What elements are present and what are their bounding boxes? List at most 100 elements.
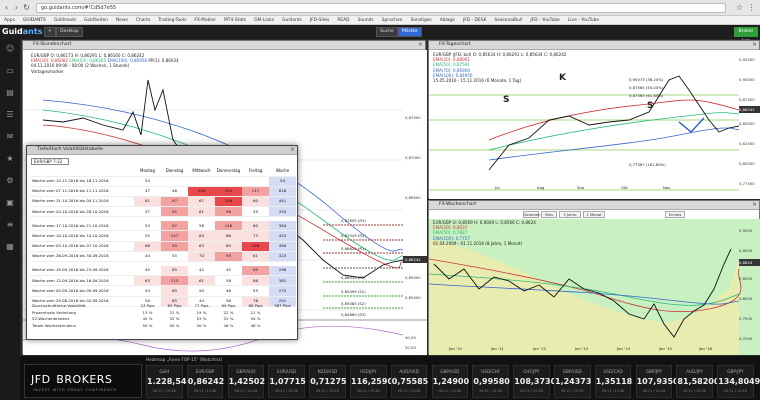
monitor-icon[interactable]: ▭ — [4, 65, 16, 77]
bookmark-item[interactable]: Sounds — [354, 16, 378, 24]
user-icon[interactable]: ☺ — [4, 43, 16, 55]
bookmark-item[interactable]: Live - YouTube — [564, 16, 603, 24]
close-icon[interactable]: × — [752, 41, 757, 49]
heatmap-title: Heatmap „Forex-TOP-15" (Watchlist) — [146, 357, 222, 362]
day-value: 47 — [134, 186, 161, 197]
summary-row: Totale Wochentendenz 50 % 50 % 50 % 46 % 48 % — [30, 323, 296, 330]
day-value: 73 — [242, 230, 269, 242]
symbol-select[interactable]: EUR/GBP 7-22 — [31, 158, 69, 165]
news-icon[interactable]: ✉ — [4, 131, 16, 143]
browser-toolbar: ‹ › ↻ go.guidants.com/#!Cd5d7e55 ☆ ⋮ — [0, 0, 760, 16]
ticker-sub: 08.11 / 15:48 — [642, 389, 666, 393]
bookmark-item[interactable]: SeasonalBull — [490, 16, 526, 24]
chart-icon[interactable]: ▤ — [4, 87, 16, 99]
ticker-tile[interactable]: AUD/USD 0,75585 08.11 / 15:48 — [390, 365, 429, 398]
summary-label: Totale Wochentendenz — [32, 323, 76, 329]
bookmark-item[interactable]: MT4-Stats — [220, 16, 250, 24]
bookmark-item[interactable]: GoldSeiten — [80, 16, 112, 24]
ticker-tile[interactable]: GBP/USD 1,24373 08.11 / 15:48 — [554, 365, 591, 398]
ticker-sym: AUD/JPY — [686, 369, 704, 374]
settings-icon[interactable]: ⚙ — [4, 175, 16, 187]
grid-icon[interactable]: ▦ — [4, 241, 16, 253]
ticker-tile[interactable]: Gold 1.228,54 08.11 / 15:48 — [146, 365, 186, 398]
ticker-tile[interactable]: EUR/GBP 0,86242 08.11 / 15:48 — [186, 365, 224, 398]
bookmark-item[interactable]: GM-Links — [250, 16, 278, 24]
close-icon[interactable]: × — [290, 146, 295, 154]
add-tab-button[interactable]: + — [44, 27, 56, 37]
bookmarks-bar: Apps GUIDANTS Goldmods GoldSeiten News Charts… — [0, 16, 760, 25]
day-value: 60 — [242, 220, 269, 232]
table-row: Woche vom 14.11.2016 bis 18.11.2016 54 54 — [30, 176, 296, 187]
day-value: 55 — [134, 230, 161, 242]
weekly-chart-window: FX-Wochenchart × Volumen Stks 5 Jahre 1 … — [428, 200, 760, 355]
guidants-logo: Guidants — [2, 27, 43, 36]
price-type-select[interactable]: Echtes — [665, 211, 685, 218]
day-value — [242, 176, 269, 187]
bookmark-item[interactable]: Trading-Tools — [154, 16, 190, 24]
bookmark-item[interactable]: Apps — [0, 16, 19, 24]
volume-toggle[interactable]: Volumen — [523, 211, 541, 218]
ticker-tile[interactable]: CHF/JPY 108,37300 08.11 / 15:48 — [513, 365, 562, 398]
star-icon[interactable]: ☆ — [735, 3, 744, 12]
ticker-px: 107,93500 — [636, 377, 685, 386]
reload-icon[interactable]: ↻ — [22, 3, 31, 12]
volatility-table: Montag Dienstag Mittwoch Donnerstag Freitag W… — [30, 166, 296, 307]
bookmark-item[interactable]: FX-Makler — [190, 16, 220, 24]
ticker-tile[interactable]: GBP/USD 1,24900 08.11 / 15:48 — [431, 365, 469, 398]
markets-button[interactable]: Märkte — [398, 27, 422, 37]
search-button[interactable]: Suche — [376, 27, 398, 37]
close-icon[interactable]: × — [418, 41, 423, 49]
table-header-row: Montag Dienstag Mittwoch Donnerstag Freitag W… — [30, 166, 296, 177]
bookmark-item[interactable]: Ablage — [436, 16, 459, 24]
forward-icon[interactable]: › — [12, 3, 21, 12]
close-icon[interactable]: × — [752, 201, 757, 209]
ticker-tile[interactable]: GBP/JPY 134,80499 08.11 / 15:48 — [717, 365, 760, 398]
bookmark-item[interactable]: Goldmods — [50, 16, 80, 24]
folder-icon[interactable]: ▣ — [4, 197, 16, 209]
week-label: Woche vom 17.10.2016 bis 21.10.2016 — [30, 220, 134, 232]
ticker-tile[interactable]: AUD/JPY 81,58200 08.11 / 15:48 — [676, 365, 719, 398]
bookmark-item[interactable]: READ — [333, 16, 353, 24]
day-value: 199 — [242, 241, 269, 252]
week-label: Woche vom 10.10.2016 bis 14.10.2016 — [30, 230, 134, 242]
bookmark-item[interactable]: JFD - YouTube — [526, 16, 563, 24]
ticker-sym: AUD/USD — [399, 369, 419, 374]
ticker-sub: 08.11 / 15:48 — [601, 389, 625, 393]
address-bar[interactable]: go.guidants.com/#!Cd5d7e55 — [36, 3, 726, 13]
broker-login-button[interactable]: Broker Log — [734, 27, 758, 44]
weekly-year-axis: Jan '10 Jan '11 Jan '12 Jan '13 Jan '14 … — [449, 346, 712, 351]
ticker-tile[interactable]: EUR/USD 1,07715 08.11 / 15:48 — [268, 365, 306, 398]
ticker-px: 134,80499 — [718, 377, 760, 386]
style-select[interactable]: Stks — [541, 211, 557, 218]
bookmark-item[interactable]: Guidants — [278, 16, 306, 24]
ticker-tile[interactable]: GBP/JPY 107,93500 08.11 / 15:48 — [635, 365, 685, 398]
day-value: 69 — [161, 285, 188, 297]
interval-select[interactable]: 1 Monat — [583, 211, 605, 218]
day-value: 117 — [242, 186, 269, 197]
star-icon[interactable]: ★ — [4, 153, 16, 165]
day-value: 86 — [242, 275, 269, 287]
ticker-tile[interactable]: USD/JPY 116,25900 08.11 / 15:48 — [350, 365, 399, 398]
ticker-tile[interactable]: USD/CHF 0,99580 08.11 / 15:48 — [472, 365, 510, 398]
level-pp: 0,86034 (PP) — [341, 275, 366, 280]
ticker-tile[interactable]: GBP/AUD 1,42502 08.11 / 15:48 — [227, 365, 265, 398]
back-icon[interactable]: ‹ — [2, 3, 11, 12]
ticker-px: 0,75585 — [391, 377, 429, 386]
bookmark-item[interactable]: JFD-Sites — [306, 16, 334, 24]
ticker-tile[interactable]: NZD/USD 0,71275 08.11 / 15:48 — [309, 365, 347, 398]
bookmark-item[interactable]: JFD - DESK — [459, 16, 490, 24]
summary-value: 19 % — [196, 309, 207, 315]
tab-desktop[interactable]: Desktop — [56, 27, 83, 37]
bookmark-item[interactable]: GUIDANTS — [19, 16, 50, 24]
menu-icon[interactable]: ⋮ — [747, 3, 756, 12]
bookmark-item[interactable]: News — [112, 16, 132, 24]
list-icon[interactable]: ☰ — [4, 109, 16, 121]
week-total: 490 — [269, 241, 296, 252]
level-r2: 0,87043 (R2) — [341, 233, 366, 238]
bookmark-item[interactable]: Charts — [132, 16, 154, 24]
layers-icon[interactable]: ≡ — [4, 219, 16, 231]
range-select[interactable]: 5 Jahre — [559, 211, 581, 218]
ticker-tile[interactable]: USD/CAD 1,35118 08.11 / 15:48 — [594, 365, 632, 398]
bookmark-item[interactable]: Sonstiges — [406, 16, 435, 24]
bookmark-item[interactable]: Sprachen — [378, 16, 407, 24]
